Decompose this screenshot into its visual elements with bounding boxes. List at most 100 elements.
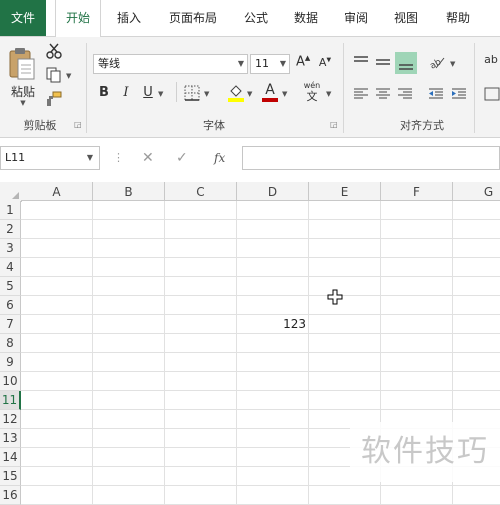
font-color-icon[interactable]: A — [262, 82, 278, 104]
grid-cell[interactable] — [309, 486, 381, 505]
chevron-down-icon[interactable]: ▼ — [280, 55, 286, 73]
grid-cell[interactable] — [309, 315, 381, 334]
column-header-d[interactable]: D — [237, 182, 309, 201]
align-left-icon[interactable] — [352, 87, 370, 101]
format-painter-icon[interactable] — [46, 91, 62, 107]
grid-cell[interactable] — [21, 277, 93, 296]
grid-cell[interactable] — [93, 486, 165, 505]
grid-cell[interactable] — [165, 391, 237, 410]
tab-help[interactable]: 帮助 — [436, 0, 480, 36]
grid-cell[interactable] — [381, 239, 453, 258]
grid-cell[interactable] — [93, 334, 165, 353]
row-header-4[interactable]: 4 — [0, 258, 21, 277]
tab-insert[interactable]: 插入 — [108, 0, 150, 36]
shrink-font-icon[interactable]: A▼ — [318, 56, 332, 69]
grid-cell[interactable] — [309, 258, 381, 277]
grid-cell[interactable] — [381, 296, 453, 315]
grid-cell[interactable] — [165, 334, 237, 353]
grid-cell[interactable] — [237, 220, 309, 239]
insert-function-icon[interactable]: fx — [214, 146, 225, 170]
row-header-2[interactable]: 2 — [0, 220, 21, 239]
clipboard-launcher-icon[interactable]: ◲ — [74, 120, 82, 129]
grid-cell[interactable] — [309, 239, 381, 258]
grid-cell[interactable] — [237, 296, 309, 315]
select-all-button[interactable] — [0, 182, 22, 202]
grid-cell[interactable] — [165, 315, 237, 334]
grid-cell[interactable] — [165, 429, 237, 448]
grid-cell[interactable] — [21, 296, 93, 315]
grid-cell[interactable] — [237, 201, 309, 220]
column-header-e[interactable]: E — [309, 182, 381, 201]
grid-cell[interactable] — [453, 296, 500, 315]
cut-icon[interactable] — [46, 43, 62, 59]
grid-cell[interactable] — [381, 353, 453, 372]
paste-button[interactable]: 粘贴 — [8, 83, 38, 100]
grid-cell[interactable] — [237, 486, 309, 505]
row-header-9[interactable]: 9 — [0, 353, 21, 372]
tab-data[interactable]: 数据 — [286, 0, 326, 36]
grid-cell[interactable] — [237, 448, 309, 467]
grid-cell[interactable] — [381, 201, 453, 220]
grid-cell[interactable] — [237, 372, 309, 391]
grid-cell[interactable] — [309, 296, 381, 315]
font-color-dropdown-icon[interactable]: ▼ — [282, 90, 287, 98]
grid-cell[interactable] — [21, 239, 93, 258]
chevron-down-icon[interactable]: ▼ — [87, 147, 93, 169]
grid-cell[interactable] — [165, 353, 237, 372]
grid-cell[interactable] — [309, 220, 381, 239]
fill-color-dropdown-icon[interactable]: ▼ — [247, 90, 252, 98]
copy-icon[interactable] — [46, 67, 62, 83]
row-header-13[interactable]: 13 — [0, 429, 21, 448]
grid-cell[interactable] — [93, 277, 165, 296]
increase-indent-icon[interactable] — [450, 87, 468, 101]
grid-cell[interactable] — [21, 372, 93, 391]
grid-cell[interactable] — [93, 220, 165, 239]
grid-cell[interactable] — [453, 353, 500, 372]
grid-cell[interactable] — [309, 372, 381, 391]
grid-cell[interactable] — [21, 410, 93, 429]
row-header-5[interactable]: 5 — [0, 277, 21, 296]
tab-page-layout[interactable]: 页面布局 — [160, 0, 226, 36]
grid-cell[interactable] — [381, 372, 453, 391]
grid-cell[interactable] — [237, 429, 309, 448]
align-bottom-icon[interactable] — [395, 52, 417, 74]
row-header-7[interactable]: 7 — [0, 315, 21, 334]
grid-cell[interactable] — [453, 220, 500, 239]
orientation-icon[interactable]: ab — [428, 54, 446, 72]
more-options-icon[interactable]: ⋮ — [113, 146, 124, 170]
chevron-down-icon[interactable]: ▼ — [238, 55, 244, 73]
tab-file[interactable]: 文件 — [0, 0, 46, 36]
grid-cell[interactable] — [453, 391, 500, 410]
cell-d7[interactable]: 123 — [237, 315, 309, 334]
grid-cell[interactable] — [93, 410, 165, 429]
font-size-combo[interactable]: 11 ▼ — [250, 54, 290, 74]
grid-cell[interactable] — [21, 201, 93, 220]
borders-dropdown-icon[interactable]: ▼ — [204, 90, 209, 98]
grid-cell[interactable] — [309, 353, 381, 372]
tab-view[interactable]: 视图 — [386, 0, 426, 36]
formula-input[interactable] — [242, 146, 500, 170]
row-header-1[interactable]: 1 — [0, 201, 21, 220]
underline-dropdown-icon[interactable]: ▼ — [158, 90, 163, 98]
grid-cell[interactable] — [237, 334, 309, 353]
row-header-12[interactable]: 12 — [0, 410, 21, 429]
bold-button[interactable]: B — [98, 85, 110, 100]
grid-cell[interactable] — [237, 239, 309, 258]
font-name-combo[interactable]: 等线 ▼ — [93, 54, 248, 74]
align-center-icon[interactable] — [374, 87, 392, 101]
grid-cell[interactable] — [453, 277, 500, 296]
wrap-text-icon[interactable]: ab — [482, 53, 500, 66]
grid-cell[interactable] — [381, 315, 453, 334]
row-header-10[interactable]: 10 — [0, 372, 21, 391]
grid-cell[interactable] — [165, 201, 237, 220]
row-header-14[interactable]: 14 — [0, 448, 21, 467]
grid-cell[interactable] — [93, 467, 165, 486]
align-top-icon[interactable] — [352, 55, 370, 69]
grid-cell[interactable] — [381, 334, 453, 353]
paste-icon[interactable] — [6, 45, 36, 81]
grid-cell[interactable] — [165, 220, 237, 239]
row-header-3[interactable]: 3 — [0, 239, 21, 258]
column-header-a[interactable]: A — [21, 182, 93, 201]
grid-cell[interactable] — [237, 391, 309, 410]
enter-icon[interactable]: ✓ — [176, 146, 188, 170]
